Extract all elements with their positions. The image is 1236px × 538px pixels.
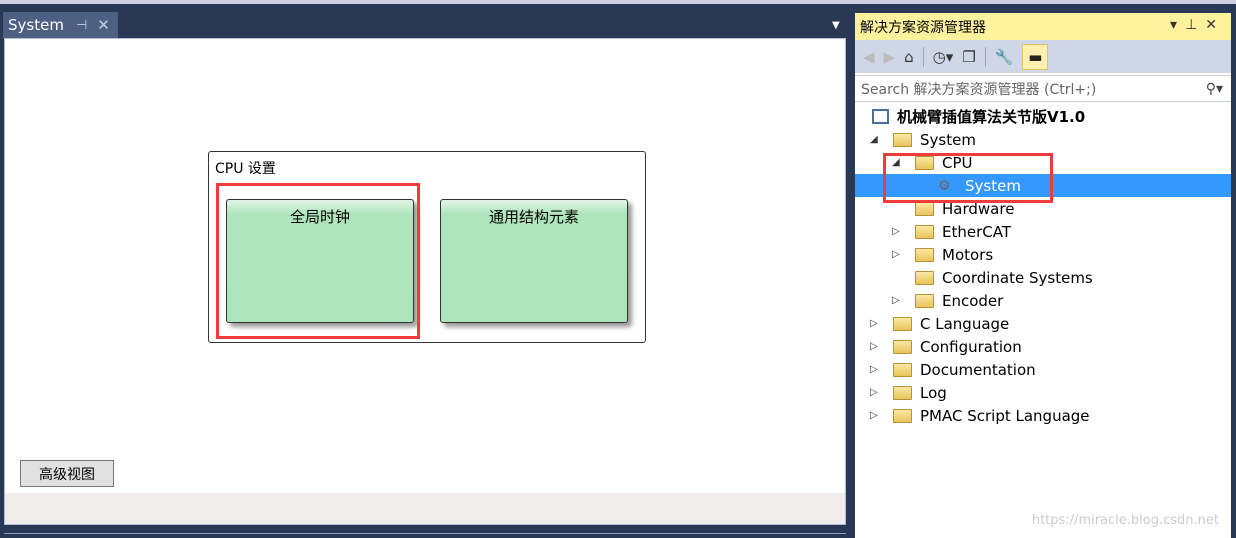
tree-item-label: EtherCAT [942, 222, 1011, 241]
collapse-all-icon[interactable]: ❐ [962, 48, 975, 66]
collapsed-arrow-icon[interactable]: ▷ [892, 295, 900, 306]
general-structure-card[interactable]: 通用结构元素 [440, 199, 628, 323]
bottom-border [4, 533, 846, 538]
panel-toolbar: ◀ ▶ ⌂ ◷▾ ❐ 🔧 ▬ [855, 40, 1231, 73]
collapsed-arrow-icon[interactable]: ▷ [870, 387, 878, 398]
tree-item-label: PMAC Script Language [920, 406, 1090, 425]
folder-icon [915, 247, 934, 262]
tree-item[interactable]: ▷ Encoder [855, 289, 1231, 312]
tab-title: System [8, 16, 64, 34]
collapsed-arrow-icon[interactable]: ▷ [892, 226, 900, 237]
document-area: CPU 设置 全局时钟 通用结构元素 高级视图 [4, 38, 846, 525]
group-label: CPU 设置 [215, 161, 276, 177]
collapsed-arrow-icon[interactable]: ▷ [870, 410, 878, 421]
folder-icon [915, 270, 934, 285]
tree-item[interactable]: ▷ EtherCAT [855, 220, 1231, 243]
dropdown-icon[interactable]: ▾ [1170, 17, 1185, 33]
collapsed-arrow-icon[interactable]: ▷ [892, 249, 900, 260]
separator [984, 46, 986, 67]
tree-item-label: Documentation [920, 360, 1036, 379]
close-icon[interactable]: ✕ [97, 16, 110, 34]
folder-icon [893, 408, 912, 423]
folder-icon [915, 293, 934, 308]
separator [922, 46, 924, 67]
back-icon[interactable]: ◀ [863, 48, 875, 66]
panel-title-bar: 解决方案资源管理器 ▾⊥✕ [855, 13, 1231, 40]
history-icon[interactable]: ◷▾ [933, 48, 954, 66]
tree-item[interactable]: Coordinate Systems [855, 266, 1231, 289]
home-icon[interactable]: ⌂ [904, 48, 914, 66]
tree-item[interactable]: ▷ Log [855, 381, 1231, 404]
tab-system[interactable]: System ⊣ ✕ [3, 12, 118, 38]
pin-icon[interactable]: ⊣ [76, 18, 87, 33]
tree-item-label: Log [920, 383, 947, 402]
folder-icon [915, 201, 934, 216]
tree-item[interactable]: ▷ Configuration [855, 335, 1231, 358]
folder-icon [893, 362, 912, 377]
collapsed-arrow-icon[interactable]: ▷ [870, 364, 878, 375]
tree-item[interactable]: ▷ Motors [855, 243, 1231, 266]
tree-item-label: Encoder [942, 291, 1004, 310]
tree-item-label: System [920, 130, 976, 149]
folder-icon [893, 385, 912, 400]
folder-icon [893, 339, 912, 354]
tree-item[interactable]: ◢ System [855, 128, 1231, 151]
doc-footer [5, 493, 845, 524]
solution-explorer: 解决方案资源管理器 ▾⊥✕ ◀ ▶ ⌂ ◷▾ ❐ 🔧 ▬ Search 解决方案… [855, 13, 1231, 538]
search-placeholder: Search 解决方案资源管理器 (Ctrl+;) [861, 81, 1097, 98]
preview-toggle-icon[interactable]: ▬ [1022, 43, 1049, 70]
tree-item-label: Coordinate Systems [942, 268, 1093, 287]
pin-icon[interactable]: ⊥ [1185, 17, 1205, 33]
tab-dropdown-icon[interactable]: ▼ [832, 20, 840, 31]
tree-item-label: Configuration [920, 337, 1022, 356]
tree-item[interactable]: ▷ Documentation [855, 358, 1231, 381]
highlight-box [883, 153, 1053, 203]
tree-item[interactable]: ▷ PMAC Script Language [855, 404, 1231, 427]
top-strip [0, 0, 1236, 4]
close-icon[interactable]: ✕ [1205, 17, 1225, 33]
forward-icon[interactable]: ▶ [884, 48, 896, 66]
project-icon [872, 109, 889, 124]
collapsed-arrow-icon[interactable]: ▷ [870, 318, 878, 329]
folder-icon [915, 224, 934, 239]
collapsed-arrow-icon[interactable]: ▷ [870, 341, 878, 352]
search-icon[interactable]: ⚲▾ [1206, 81, 1223, 97]
search-input[interactable]: Search 解决方案资源管理器 (Ctrl+;) ⚲▾ [855, 75, 1231, 102]
folder-open-icon [893, 132, 912, 147]
expanded-arrow-icon[interactable]: ◢ [870, 134, 878, 145]
folder-icon [893, 316, 912, 331]
tree-item-label: Motors [942, 245, 994, 264]
advanced-view-button[interactable]: 高级视图 [20, 460, 114, 487]
tree-item-label: 机械臂插值算法关节版V1.0 [897, 108, 1086, 126]
watermark: https://miracle.blog.csdn.net [1031, 513, 1219, 528]
panel-title: 解决方案资源管理器 [860, 19, 986, 36]
tree-item[interactable]: 机械臂插值算法关节版V1.0 [855, 105, 1231, 128]
tree-item-label: C Language [920, 314, 1010, 333]
wrench-icon[interactable]: 🔧 [995, 48, 1014, 66]
highlight-box [216, 183, 420, 339]
tree-item[interactable]: ▷ C Language [855, 312, 1231, 335]
